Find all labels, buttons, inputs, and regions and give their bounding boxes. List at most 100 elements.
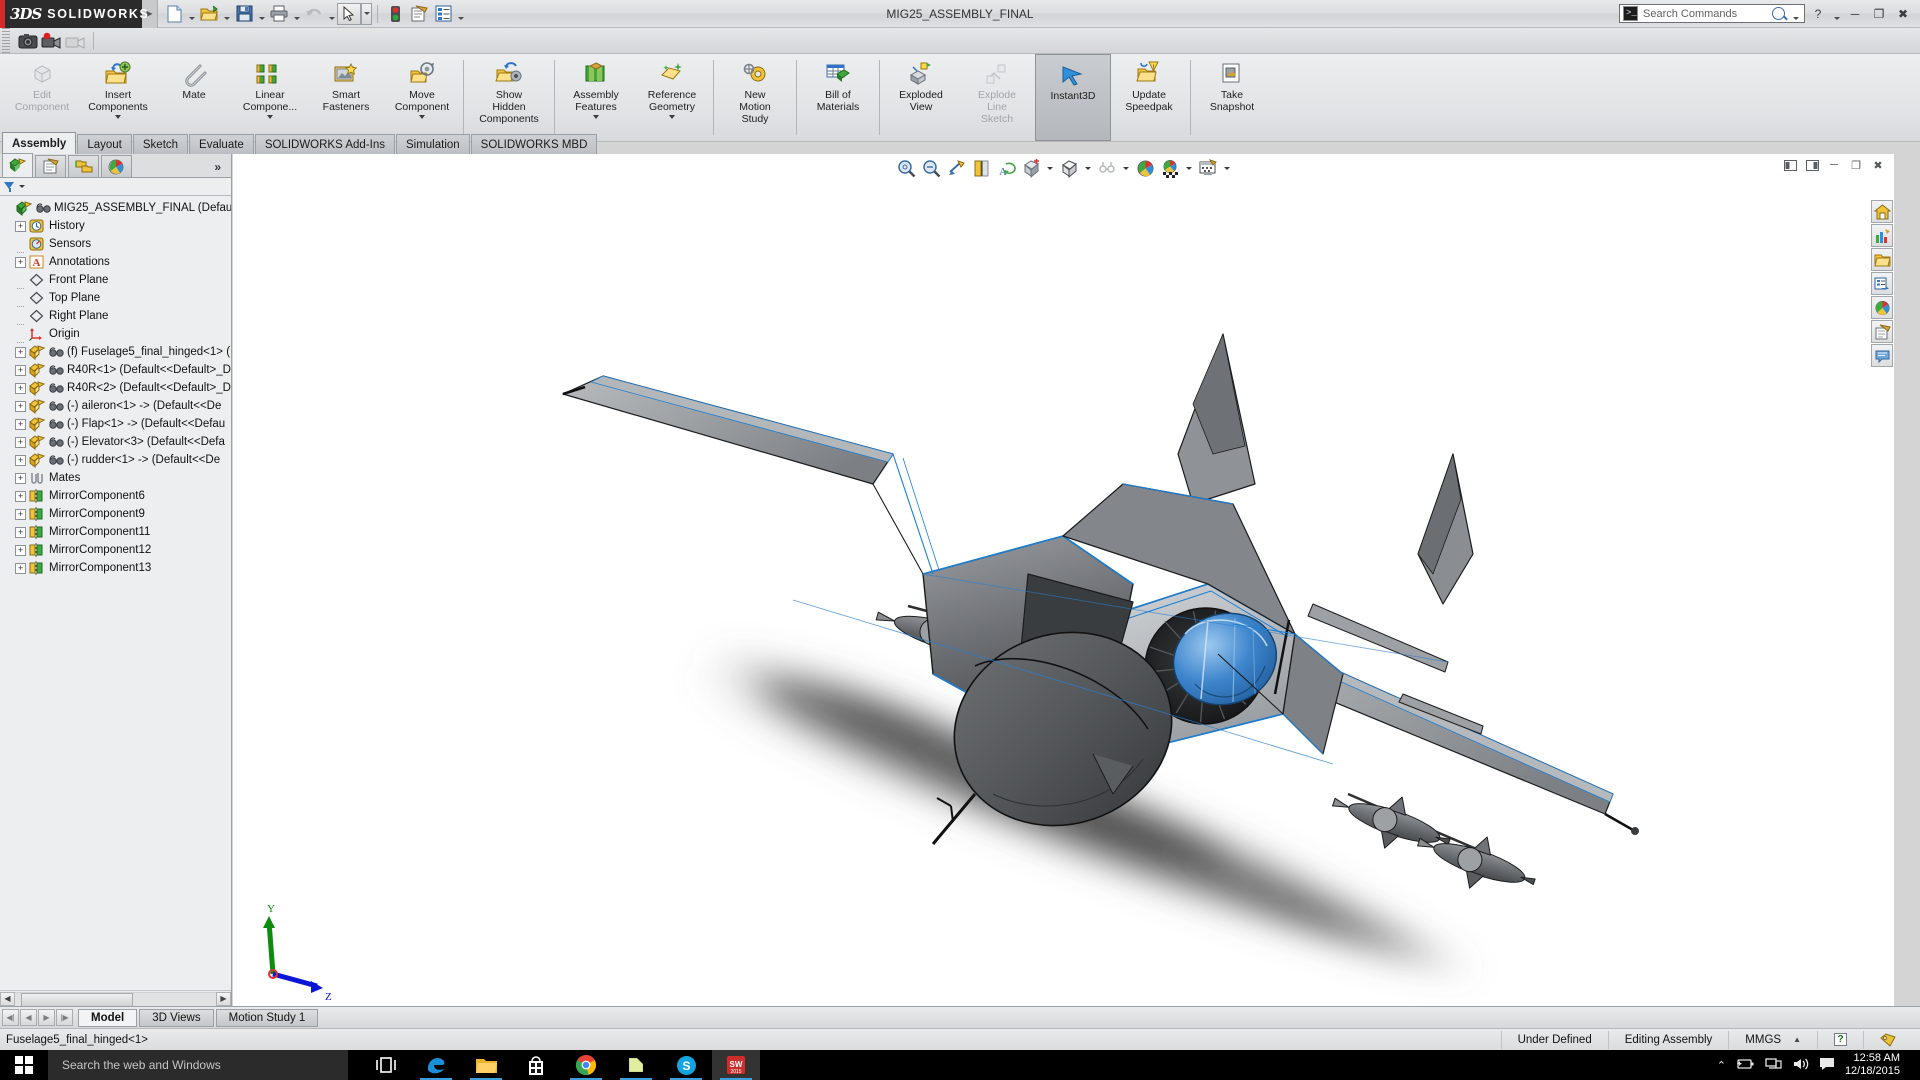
expand-toggle-icon[interactable]: + — [15, 364, 26, 376]
restore-button[interactable]: ❐ — [1868, 4, 1890, 24]
new-motion-study-button[interactable]: New Motion Study — [717, 54, 793, 141]
sticky-folder-icon[interactable] — [612, 1050, 660, 1080]
question-mark-icon[interactable]: ? — [1817, 1030, 1863, 1049]
tree-node[interactable]: + MirrorComponent13 — [2, 559, 231, 577]
new-doc-dropdown[interactable] — [186, 3, 197, 25]
previous-tab-button[interactable]: ◀ — [20, 1009, 37, 1026]
mig25-jet-model[interactable]: Y Z — [233, 154, 1894, 1006]
network-icon[interactable] — [1765, 1057, 1782, 1073]
expand-toggle-icon[interactable]: + — [15, 382, 26, 394]
display-manager-tab[interactable] — [101, 155, 132, 177]
tree-node[interactable]: MIG25_ASSEMBLY_FINAL (Default< — [2, 199, 231, 217]
new-doc-icon[interactable] — [162, 3, 186, 25]
tree-filter-bar[interactable] — [0, 178, 231, 196]
solidworks-logo[interactable]: 3DS SOLIDWORKS — [0, 0, 148, 28]
camera-icon[interactable] — [16, 30, 40, 52]
expand-panel-chevron[interactable]: » — [214, 160, 221, 177]
tree-node[interactable]: + (-) Elevator<3> (Default<<Defa — [2, 433, 231, 451]
doc-tab-motion-study-1[interactable]: Motion Study 1 — [215, 1008, 319, 1027]
smart-fasteners-button[interactable]: Smart Fasteners — [308, 54, 384, 141]
toolbar-drag-handle[interactable] — [2, 27, 10, 54]
expand-toggle-icon[interactable]: + — [15, 562, 26, 574]
expand-toggle-icon[interactable]: + — [15, 418, 26, 430]
help-icon[interactable]: ? — [1807, 4, 1829, 24]
tab-layout[interactable]: Layout — [77, 134, 132, 154]
instant3d-button[interactable]: Instant3D — [1035, 54, 1111, 141]
insert-components-button[interactable]: Insert Components — [80, 54, 156, 141]
tree-horizontal-scrollbar[interactable]: ◀ ▶ — [0, 990, 231, 1007]
tree-node[interactable]: Origin — [2, 325, 231, 343]
units-caret-icon[interactable]: ▲ — [1793, 1035, 1801, 1044]
volume-icon[interactable] — [1792, 1057, 1809, 1074]
expand-toggle-icon[interactable]: + — [15, 454, 26, 466]
solidworks-2015-icon[interactable]: SW 2015 — [712, 1050, 760, 1080]
tree-node[interactable]: + (f) Fuselage5_final_hinged<1> ( — [2, 343, 231, 361]
graphics-viewport[interactable]: A ─ ❐ ✖ Y Z — [233, 154, 1894, 1006]
reference-geometry-button[interactable]: Reference Geometry — [634, 54, 710, 141]
update-speedpak-button[interactable]: ! Update Speedpak — [1111, 54, 1187, 141]
file-explorer-icon[interactable] — [462, 1050, 510, 1080]
tag-icon[interactable] — [1863, 1030, 1912, 1049]
reference-geometry-dropdown[interactable] — [669, 115, 675, 119]
floppy-save-icon[interactable] — [232, 3, 256, 25]
properties-icon[interactable] — [407, 3, 431, 25]
undo-dropdown[interactable] — [326, 3, 337, 25]
search-input[interactable]: Search Commands — [1643, 8, 1767, 20]
tab-solidworks-add-ins[interactable]: SOLIDWORKS Add-Ins — [254, 134, 395, 154]
exploded-view-button[interactable]: Exploded View — [883, 54, 959, 141]
select-dropdown[interactable] — [361, 2, 372, 25]
minimize-button[interactable]: ─ — [1844, 4, 1866, 24]
filter-dropdown-icon[interactable] — [19, 185, 25, 188]
taskbar-clock[interactable]: 12:58 AM 12/18/2015 — [1845, 1052, 1912, 1078]
printer-icon[interactable] — [267, 3, 291, 25]
tree-node[interactable]: + MirrorComponent6 — [2, 487, 231, 505]
scroll-thumb[interactable] — [21, 992, 133, 1007]
expand-toggle-icon[interactable]: + — [15, 544, 26, 556]
tree-node[interactable]: + R40R<2> (Default<<Default>_D — [2, 379, 231, 397]
feature-tree[interactable]: MIG25_ASSEMBLY_FINAL (Default< + History Se… — [0, 196, 231, 990]
tree-node[interactable]: Top Plane — [2, 289, 231, 307]
scroll-left-arrow[interactable]: ◀ — [0, 991, 15, 1006]
open-doc-dropdown[interactable] — [221, 3, 232, 25]
configuration-manager-tab[interactable] — [68, 155, 99, 177]
search-commands-box[interactable]: >_ Search Commands — [1619, 4, 1805, 23]
show-hidden-icons-chevron[interactable]: ⌃ — [1717, 1059, 1726, 1072]
expand-toggle-icon[interactable]: + — [15, 508, 26, 520]
edit-component-button[interactable]: Edit Component — [4, 54, 80, 141]
search-icon[interactable] — [1772, 7, 1785, 20]
options-dropdown[interactable] — [455, 3, 466, 25]
battery-icon[interactable] — [1736, 1057, 1755, 1073]
property-manager-tab[interactable] — [35, 155, 66, 177]
tree-node[interactable]: + (-) rudder<1> -> (Default<<De — [2, 451, 231, 469]
chrome-icon[interactable] — [562, 1050, 610, 1080]
taskbar-search-input[interactable]: Search the web and Windows — [48, 1050, 348, 1080]
windows-logo-icon[interactable] — [0, 1050, 48, 1080]
tab-sketch[interactable]: Sketch — [132, 134, 189, 154]
last-tab-button[interactable]: |▶ — [56, 1009, 73, 1026]
expand-toggle-icon[interactable]: + — [15, 346, 26, 358]
tree-node[interactable]: + A Annotations — [2, 253, 231, 271]
tab-simulation[interactable]: Simulation — [395, 134, 470, 154]
tree-node[interactable]: + MirrorComponent12 — [2, 541, 231, 559]
tree-node[interactable]: + (-) Flap<1> -> (Default<<Defau — [2, 415, 231, 433]
tree-node[interactable]: + MirrorComponent11 — [2, 523, 231, 541]
tab-evaluate[interactable]: Evaluate — [189, 134, 254, 154]
move-component-button[interactable]: Move Component — [384, 54, 460, 141]
expand-toggle-icon[interactable]: + — [15, 436, 26, 448]
skype-icon[interactable]: S — [662, 1050, 710, 1080]
undo-arrow-icon[interactable] — [302, 3, 326, 25]
filter-funnel-icon[interactable] — [4, 181, 15, 192]
close-button[interactable]: ✖ — [1892, 4, 1914, 24]
units-status[interactable]: MMGS ▲ — [1728, 1030, 1817, 1049]
tree-node[interactable]: + History — [2, 217, 231, 235]
windows-store-icon[interactable] — [512, 1050, 560, 1080]
tab-solidworks-mbd[interactable]: SOLIDWORKS MBD — [470, 134, 598, 154]
next-tab-button[interactable]: ▶ — [38, 1009, 55, 1026]
open-folder-icon[interactable] — [197, 3, 221, 25]
expand-toggle-icon[interactable]: + — [15, 472, 26, 484]
scroll-track[interactable] — [15, 991, 216, 1007]
traffic-light-icon[interactable] — [383, 3, 407, 25]
search-dropdown[interactable] — [1790, 3, 1801, 25]
expand-toggle-icon[interactable]: + — [15, 256, 26, 268]
doc-tab-3d-views[interactable]: 3D Views — [139, 1008, 214, 1027]
